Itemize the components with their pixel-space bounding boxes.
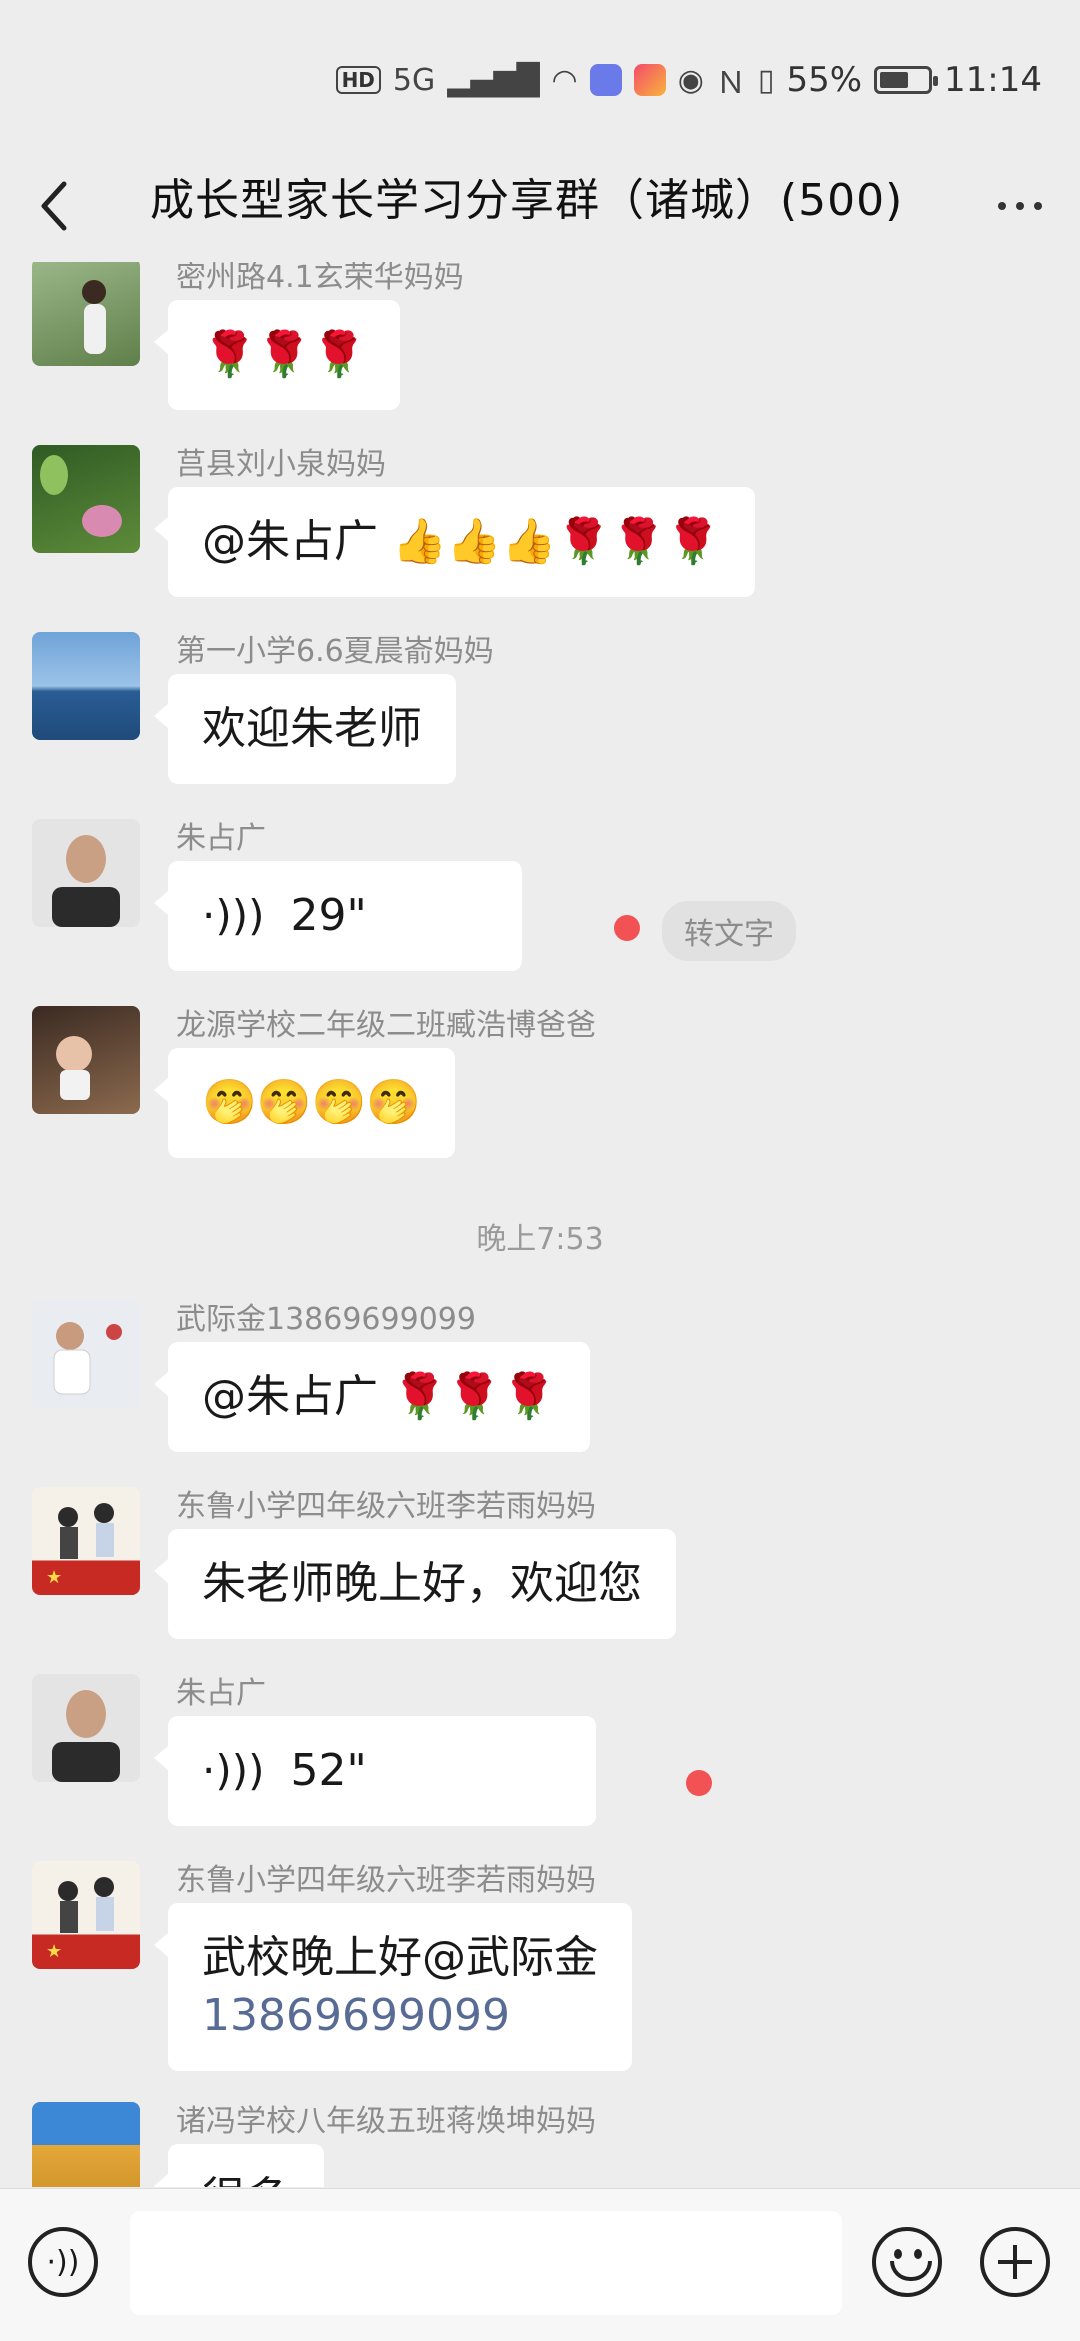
hd-icon: HD <box>335 66 381 94</box>
avatar[interactable]: ★ <box>32 1861 140 1969</box>
message-input[interactable] <box>130 2211 842 2315</box>
message-list[interactable]: 密州路4.1玄荣华妈妈 🌹🌹🌹 莒县刘小泉妈妈 @朱占广 👍👍👍🌹🌹🌹 第一小学… <box>0 262 1080 2187</box>
voice-icon: ·)) <box>46 2244 80 2280</box>
chat-title: 成长型家长学习分享群（诸城）(500) <box>150 175 904 226</box>
svg-text:★: ★ <box>46 1567 62 1588</box>
more-functions-button[interactable] <box>980 2227 1050 2297</box>
convert-to-text-button[interactable]: 转文字 <box>662 901 796 961</box>
voice-input-button[interactable]: ·)) <box>28 2227 98 2297</box>
more-options-icon[interactable] <box>992 186 1048 226</box>
nfc-icon: Ｎ <box>715 66 746 101</box>
message-bubble[interactable]: @朱占广 👍👍👍🌹🌹🌹 <box>154 487 755 597</box>
message-bubble[interactable]: 朱老师晚上好，欢迎您 <box>154 1529 676 1639</box>
sender-name: 诸冯学校八年级五班蒋焕坤妈妈 <box>176 2104 596 2139</box>
message-bubble[interactable]: 很多 <box>154 2144 324 2187</box>
sender-name: 东鲁小学四年级六班李若雨妈妈 <box>176 1863 596 1898</box>
avatar[interactable] <box>32 1300 140 1408</box>
signal-icon: ▂▄▆█ <box>447 62 540 98</box>
unread-dot <box>686 1770 712 1796</box>
message-bubble[interactable]: 欢迎朱老师 <box>154 674 456 784</box>
clock: 11:14 <box>944 60 1042 100</box>
sender-name: 武际金13869699099 <box>176 1302 476 1337</box>
avatar[interactable] <box>32 262 140 366</box>
status-icons: HD 5G ▂▄▆█ ◠ ◉ Ｎ ▯ 55% 11:14 <box>335 58 1042 102</box>
voice-wave-icon: ·))) <box>202 1746 265 1795</box>
avatar[interactable] <box>32 632 140 740</box>
avatar[interactable] <box>32 2102 140 2187</box>
phone-number-link[interactable]: 13869699099 <box>202 1987 598 2045</box>
message-bubble[interactable]: @朱占广 🌹🌹🌹 <box>153 1342 591 1452</box>
chat-header: 成长型家长学习分享群（诸城）(500) <box>0 150 1080 260</box>
sender-name: 第一小学6.6夏晨嵛妈妈 <box>176 634 494 669</box>
eye-comfort-icon: ◉ <box>677 62 704 98</box>
voice-wave-icon: ·))) <box>202 891 265 940</box>
sender-name: 莒县刘小泉妈妈 <box>176 447 386 482</box>
emoji-eye-icon <box>914 2249 922 2259</box>
voice-duration: 29" <box>290 890 367 941</box>
network-icon: 5G <box>392 62 436 98</box>
avatar[interactable] <box>32 819 140 927</box>
emoji-eye-icon <box>894 2249 902 2259</box>
sender-name: 龙源学校二年级二班臧浩博爸爸 <box>176 1008 596 1043</box>
message-text: 武校晚上好@武际金 <box>202 1932 598 1983</box>
status-bar: HD 5G ▂▄▆█ ◠ ◉ Ｎ ▯ 55% 11:14 <box>0 0 1080 150</box>
sender-name: 朱占广 <box>176 1676 266 1711</box>
sender-name: 密州路4.1玄荣华妈妈 <box>176 262 464 295</box>
music-app-icon <box>589 64 622 96</box>
voice-message-bubble[interactable]: ·))) 52" <box>154 1716 596 1826</box>
time-separator: 晚上7:53 <box>476 1222 604 1257</box>
svg-text:★: ★ <box>46 1941 62 1962</box>
battery-icon <box>874 66 939 94</box>
app-notification-icon <box>633 64 666 96</box>
sender-name: 朱占广 <box>176 821 266 856</box>
sender-name: 东鲁小学四年级六班李若雨妈妈 <box>176 1489 596 1524</box>
back-arrow-icon[interactable] <box>30 170 90 240</box>
avatar[interactable]: ★ <box>32 1487 140 1595</box>
avatar[interactable] <box>32 1006 140 1114</box>
avatar[interactable] <box>32 445 140 553</box>
input-bar: ·)) <box>0 2188 1080 2341</box>
message-bubble[interactable]: 🤭🤭🤭🤭 <box>153 1048 456 1158</box>
wifi-icon: ◠ <box>551 62 578 98</box>
message-bubble[interactable]: 武校晚上好@武际金 13869699099 <box>154 1903 632 2071</box>
voice-message-bubble[interactable]: ·))) 29" <box>154 861 522 971</box>
emoji-button[interactable] <box>872 2227 942 2297</box>
battery-percent: 55% <box>786 60 863 100</box>
battery-fill <box>880 72 909 88</box>
vibrate-icon: ▯ <box>757 62 775 98</box>
avatar[interactable] <box>32 1674 140 1782</box>
voice-duration: 52" <box>290 1745 367 1796</box>
emoji-mouth-icon <box>890 2261 932 2281</box>
message-bubble[interactable]: 🌹🌹🌹 <box>153 300 401 410</box>
unread-dot <box>614 915 640 941</box>
